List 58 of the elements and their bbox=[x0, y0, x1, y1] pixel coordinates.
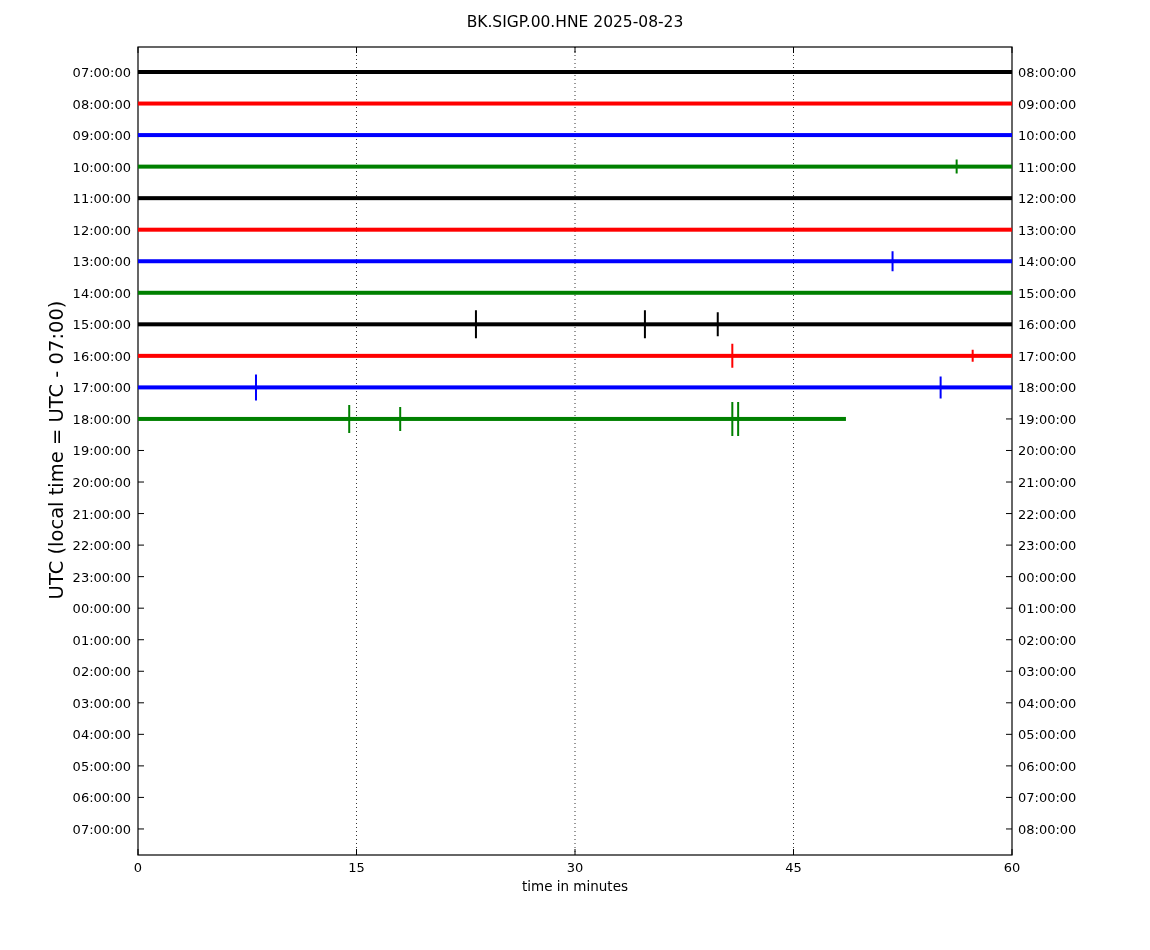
y-tick-label: 08:00:00 bbox=[72, 96, 131, 112]
y-tick-label: 07:00:00 bbox=[72, 821, 131, 837]
y-tick-label: 13:00:00 bbox=[1018, 222, 1077, 238]
y-tick-label: 22:00:00 bbox=[1018, 506, 1077, 522]
y-tick-label: 09:00:00 bbox=[1018, 96, 1077, 112]
y-tick-label: 20:00:00 bbox=[72, 475, 131, 490]
y-tick-label: 11:00:00 bbox=[72, 191, 131, 207]
y-tick-label: 03:00:00 bbox=[72, 695, 131, 711]
y-tick-label: 01:00:00 bbox=[1018, 601, 1077, 617]
y-tick-label: 21:00:00 bbox=[1018, 475, 1077, 490]
y-tick-label: 14:00:00 bbox=[72, 285, 131, 301]
x-axis-label: time in minutes bbox=[522, 878, 628, 894]
y-tick-label: 03:00:00 bbox=[1018, 664, 1077, 680]
y-tick-label: 06:00:00 bbox=[1018, 758, 1077, 774]
y-tick-label: 15:00:00 bbox=[1018, 285, 1077, 301]
y-tick-label: 01:00:00 bbox=[72, 632, 131, 648]
y-tick-label: 17:00:00 bbox=[1018, 348, 1077, 364]
y-tick-label: 19:00:00 bbox=[1018, 411, 1077, 427]
y-tick-label: 05:00:00 bbox=[1018, 727, 1077, 743]
y-tick-label: 02:00:00 bbox=[1018, 632, 1077, 648]
y-tick-label: 14:00:00 bbox=[1018, 254, 1077, 270]
y-tick-label: 13:00:00 bbox=[72, 254, 131, 270]
y-tick-label: 09:00:00 bbox=[72, 128, 131, 144]
y-tick-label: 07:00:00 bbox=[72, 65, 131, 80]
y-tick-label: 12:00:00 bbox=[72, 222, 131, 238]
x-tick-label: 45 bbox=[785, 860, 802, 875]
y-tick-label: 10:00:00 bbox=[1018, 128, 1077, 144]
x-tick-label: 30 bbox=[566, 860, 584, 875]
y-tick-label: 04:00:00 bbox=[1018, 695, 1077, 711]
y-tick-label: 22:00:00 bbox=[72, 538, 131, 554]
y-tick-label: 02:00:00 bbox=[72, 664, 131, 680]
y-tick-label: 07:00:00 bbox=[1018, 790, 1077, 806]
y-tick-label: 11:00:00 bbox=[1018, 159, 1077, 175]
y-tick-label: 05:00:00 bbox=[72, 758, 131, 774]
y-tick-label: 16:00:00 bbox=[1018, 317, 1077, 333]
y-tick-label: 18:00:00 bbox=[72, 411, 131, 427]
y-tick-label: 10:00:00 bbox=[72, 159, 131, 175]
y-tick-label: 08:00:00 bbox=[1018, 821, 1077, 837]
y-tick-label: 23:00:00 bbox=[1018, 538, 1077, 554]
y-tick-label: 16:00:00 bbox=[72, 348, 131, 364]
y-tick-label: 00:00:00 bbox=[1018, 569, 1077, 585]
y-tick-label: 20:00:00 bbox=[1018, 443, 1077, 459]
y-tick-label: 00:00:00 bbox=[72, 601, 131, 617]
y-tick-label: 23:00:00 bbox=[72, 569, 131, 585]
x-tick-label: 15 bbox=[348, 860, 365, 875]
y-tick-label: 04:00:00 bbox=[72, 727, 131, 743]
y-tick-label: 18:00:00 bbox=[1018, 380, 1077, 396]
y-tick-label: 19:00:00 bbox=[72, 443, 131, 459]
chart-title: BK.SIGP.00.HNE 2025-08-23 bbox=[466, 13, 684, 31]
x-tick-label: 0 bbox=[133, 860, 143, 875]
y-tick-label: 21:00:00 bbox=[72, 506, 131, 522]
y-tick-label: 12:00:00 bbox=[1018, 191, 1077, 207]
x-tick-label: 60 bbox=[1003, 860, 1021, 875]
y-axis-label: UTC (local time = UTC - 07:00) bbox=[45, 300, 68, 600]
y-tick-label: 17:00:00 bbox=[72, 380, 131, 396]
y-tick-label: 06:00:00 bbox=[72, 790, 131, 806]
y-tick-label: 08:00:00 bbox=[1018, 65, 1077, 80]
y-tick-label: 15:00:00 bbox=[72, 317, 131, 333]
